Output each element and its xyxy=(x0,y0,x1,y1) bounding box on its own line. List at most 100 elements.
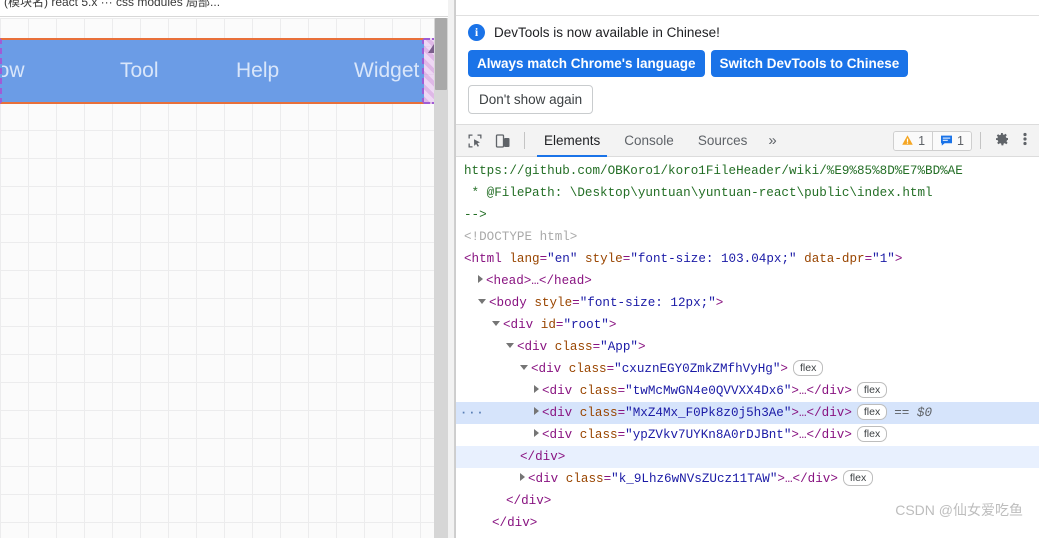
dom-attr-name: class xyxy=(572,384,618,398)
kebab-menu-icon[interactable] xyxy=(1017,131,1033,151)
selected-node-ref: == $0 xyxy=(894,406,933,420)
dom-row[interactable]: </div> xyxy=(456,490,1039,512)
flex-badge[interactable]: flex xyxy=(856,382,888,398)
menu-item-window[interactable]: dow xyxy=(2,59,25,83)
devtools-top-edge xyxy=(456,0,1039,16)
dom-attr-name: class xyxy=(561,362,607,376)
dom-tag-name: <div xyxy=(517,340,548,354)
message-badge[interactable]: 1 xyxy=(932,131,971,150)
dom-attr-value: "twMcMwGN4e0QVVXX4Dx6" xyxy=(625,384,792,398)
device-toolbar-icon[interactable] xyxy=(490,129,516,153)
inspected-page-pane: (模块名) react 5.x ··· css modules 局部... do… xyxy=(0,0,455,538)
menu-item-help[interactable]: Help xyxy=(236,59,279,83)
page-top-strip: (模块名) react 5.x ··· css modules 局部... xyxy=(0,0,455,17)
dom-attr-name: class xyxy=(547,340,593,354)
tab-sources[interactable]: Sources xyxy=(687,124,759,157)
dom-tag-name: <div xyxy=(542,384,573,398)
dom-row[interactable]: <head>…</head> xyxy=(456,270,1039,292)
switch-devtools-to-chinese-button[interactable]: Switch DevTools to Chinese xyxy=(710,50,909,77)
dom-collapsed-content[interactable]: …</div> xyxy=(799,428,852,442)
dom-row[interactable]: </div> xyxy=(456,446,1039,468)
dom-row[interactable]: <div id="root"> xyxy=(456,314,1039,336)
gear-icon[interactable] xyxy=(989,131,1015,151)
banner-message: DevTools is now available in Chinese! xyxy=(494,25,720,40)
menu-item-widget[interactable]: Widget xyxy=(354,59,419,83)
dom-row[interactable]: --> xyxy=(456,204,1039,226)
devtools-panel: i DevTools is now available in Chinese! … xyxy=(455,0,1039,538)
dom-attr-value: "en" xyxy=(547,252,578,266)
dom-attr-name: class xyxy=(572,428,618,442)
dom-doctype: <!DOCTYPE html> xyxy=(464,230,578,244)
dom-collapsed-content[interactable]: …</div> xyxy=(785,472,838,486)
dom-collapsed-content[interactable]: …</div> xyxy=(799,384,852,398)
flex-badge[interactable]: flex xyxy=(856,426,888,442)
page-vertical-scrollbar[interactable] xyxy=(434,18,448,538)
expand-arrow-icon[interactable] xyxy=(506,343,514,348)
dom-attr-value: "k_9Lhz6wNVsZUcz11TAW" xyxy=(611,472,778,486)
expand-arrow-icon[interactable] xyxy=(534,385,539,393)
banner-primary-actions: Always match Chrome's language Switch De… xyxy=(468,50,1027,77)
expand-arrow-icon[interactable] xyxy=(534,407,539,415)
row-gutter-dots[interactable]: ··· xyxy=(460,402,485,424)
expand-arrow-icon[interactable] xyxy=(492,321,500,326)
dom-close-tag: </div> xyxy=(492,516,538,530)
issue-badges: 1 1 xyxy=(893,130,972,151)
inspect-cursor-icon[interactable] xyxy=(462,129,488,153)
toolbar-separator xyxy=(524,132,525,149)
panel-resize-divider[interactable] xyxy=(448,0,455,538)
dom-tag-name: <div xyxy=(542,428,573,442)
message-bubble-icon xyxy=(941,135,953,146)
banner-message-row: i DevTools is now available in Chinese! xyxy=(468,24,1027,41)
message-count: 1 xyxy=(957,133,964,148)
expand-arrow-icon[interactable] xyxy=(520,365,528,370)
dom-comment: * @FilePath: \Desktop\yuntuan\yuntuan-re… xyxy=(464,186,933,200)
dom-attr-name: id xyxy=(533,318,556,332)
dom-row[interactable]: <html lang="en" style="font-size: 103.04… xyxy=(456,248,1039,270)
dom-row[interactable]: <div class="k_9Lhz6wNVsZUcz11TAW">…</div… xyxy=(456,468,1039,490)
dom-row[interactable]: <div class="cxuznEGY0ZmkZMfhVyHg"> flex xyxy=(456,358,1039,380)
dom-comment: --> xyxy=(464,208,487,222)
page-scrollbar-thumb[interactable] xyxy=(435,18,447,90)
dom-row[interactable]: <body style="font-size: 12px;"> xyxy=(456,292,1039,314)
dom-attr-name: class xyxy=(558,472,604,486)
dom-tag-name: <div xyxy=(528,472,559,486)
dom-row[interactable]: <!DOCTYPE html> xyxy=(456,226,1039,248)
dom-attr-name: style xyxy=(526,296,573,310)
toolbar-separator-2 xyxy=(980,132,981,149)
dom-tree[interactable]: https://github.com/OBKoro1/koro1FileHead… xyxy=(456,157,1039,538)
highlighted-flex-element[interactable]: dow Tool Help Widget xyxy=(0,38,424,104)
dom-tag-name: <div xyxy=(531,362,562,376)
tab-elements[interactable]: Elements xyxy=(533,124,611,157)
more-tabs-chevron-icon[interactable]: » xyxy=(760,132,784,149)
always-match-language-button[interactable]: Always match Chrome's language xyxy=(468,50,705,77)
dom-attr-value: "1" xyxy=(872,252,895,266)
flex-badge[interactable]: flex xyxy=(856,404,888,420)
dom-tag-name: <html xyxy=(464,252,502,266)
flex-badge[interactable]: flex xyxy=(842,470,874,486)
dom-tag-name: <body xyxy=(489,296,527,310)
dom-row[interactable]: <! xyxy=(456,534,1039,538)
menu-item-tool[interactable]: Tool xyxy=(120,59,159,83)
dom-row[interactable]: <div class="ypZVkv7UYKn8A0rDJBnt">…</div… xyxy=(456,424,1039,446)
expand-arrow-icon[interactable] xyxy=(520,473,525,481)
dom-row[interactable]: <div class="twMcMwGN4e0QVVXX4Dx6">…</div… xyxy=(456,380,1039,402)
dom-collapsed-content[interactable]: …</div> xyxy=(799,406,852,420)
dom-close-tag: </div> xyxy=(520,450,566,464)
dom-row[interactable]: * @FilePath: \Desktop\yuntuan\yuntuan-re… xyxy=(456,182,1039,204)
dom-row[interactable]: </div> xyxy=(456,512,1039,534)
expand-arrow-icon[interactable] xyxy=(478,275,483,283)
dont-show-again-button[interactable]: Don't show again xyxy=(468,85,594,114)
dom-tag-name: <div xyxy=(503,318,534,332)
language-notification-banner: i DevTools is now available in Chinese! … xyxy=(456,16,1039,124)
dom-row[interactable]: <div class="App"> xyxy=(456,336,1039,358)
flex-badge[interactable]: flex xyxy=(792,360,824,376)
expand-arrow-icon[interactable] xyxy=(478,299,486,304)
dom-row[interactable]: https://github.com/OBKoro1/koro1FileHead… xyxy=(456,160,1039,182)
dom-attr-name: lang xyxy=(501,252,540,266)
tab-console[interactable]: Console xyxy=(613,124,685,157)
dom-row-selected[interactable]: ··· <div class="MxZ4Mx_F0Pk8z0j5h3Ae">…</… xyxy=(456,402,1039,424)
dom-collapsed-content[interactable]: …</head> xyxy=(531,274,591,288)
warning-badge[interactable]: 1 xyxy=(894,131,933,150)
dom-attr-name: class xyxy=(572,406,618,420)
expand-arrow-icon[interactable] xyxy=(534,429,539,437)
